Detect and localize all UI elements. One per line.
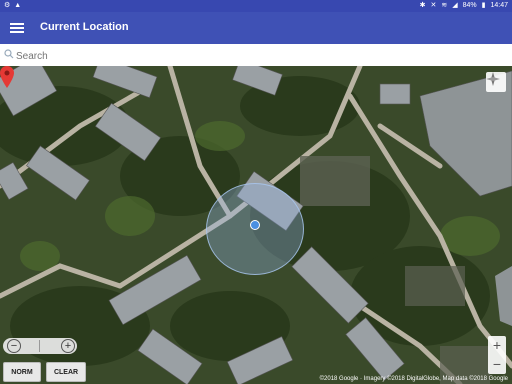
search-input[interactable] <box>14 48 498 64</box>
search-icon <box>4 49 14 59</box>
zoom-out-button[interactable]: − <box>7 339 21 353</box>
zoom-slider[interactable]: − + <box>3 338 77 354</box>
bluetooth-icon: ✱ <box>419 2 426 9</box>
map-copyright: ©2018 Google · Imagery ©2018 DigitalGlob… <box>319 376 508 382</box>
app-bar: Current Location <box>0 12 512 44</box>
battery-icon: ▮ <box>481 2 486 9</box>
map-zoom-out-button[interactable]: − <box>488 355 506 374</box>
my-location-dot <box>250 220 260 230</box>
norm-button[interactable]: NORM <box>3 362 41 382</box>
warning-icon: ▲ <box>14 1 22 9</box>
zoom-in-button[interactable]: + <box>61 339 75 353</box>
zoom-track[interactable] <box>39 340 40 352</box>
wifi-icon: ≋ <box>441 2 448 9</box>
settings-icon: ⚙ <box>4 2 11 9</box>
time-text: 14:47 <box>490 1 508 9</box>
status-bar: ⚙ ▲ ✱ ✕ ≋ ◢ 84% ▮ 14:47 <box>0 0 512 12</box>
battery-text: 84% <box>462 1 477 9</box>
location-pin-icon[interactable] <box>0 66 14 88</box>
mute-icon: ✕ <box>430 2 437 9</box>
satellite-map[interactable]: − + NORM CLEAR + − ©2018 Google · Imager… <box>0 66 512 384</box>
map-zoom-control: + − <box>488 336 506 374</box>
map-zoom-in-button[interactable]: + <box>488 336 506 355</box>
menu-button[interactable] <box>10 21 24 35</box>
search-bar <box>0 44 512 67</box>
page-title: Current Location <box>40 21 129 33</box>
compass-button[interactable] <box>486 72 506 92</box>
compass-icon <box>486 72 500 86</box>
signal-icon: ◢ <box>452 2 458 9</box>
clear-button[interactable]: CLEAR <box>46 362 86 382</box>
